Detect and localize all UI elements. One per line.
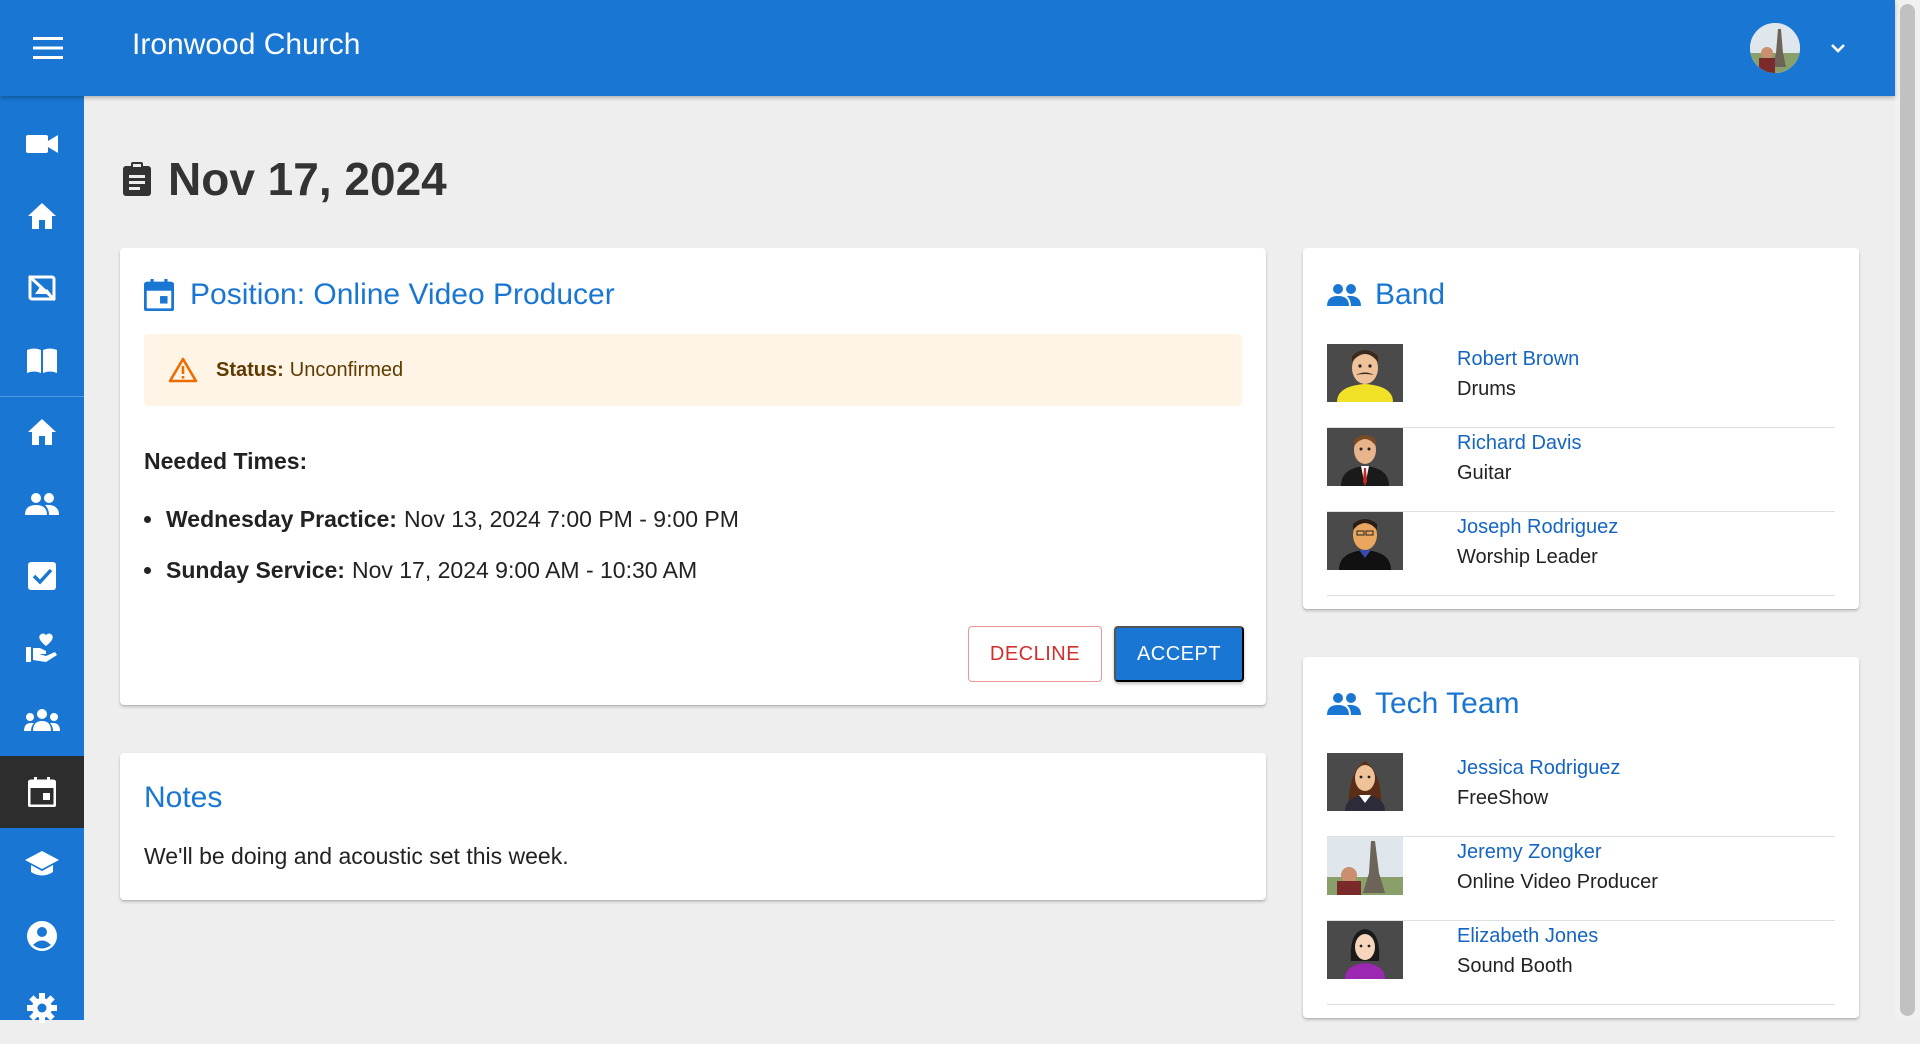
sidebar-item-tasks[interactable]: [0, 540, 84, 612]
book-icon: [27, 348, 57, 373]
team-member-row[interactable]: Jeremy Zongker Online Video Producer: [1327, 837, 1835, 921]
volunteer-icon: [26, 633, 57, 662]
user-avatar[interactable]: [1750, 23, 1800, 73]
needed-time-label: Wednesday Practice:: [166, 506, 397, 532]
scrollbar-thumb[interactable]: [1900, 4, 1915, 1016]
status-value: Unconfirmed: [289, 358, 404, 381]
home-icon: [28, 203, 56, 229]
sidebar: [0, 96, 84, 1023]
member-name[interactable]: Robert Brown: [1457, 348, 1579, 371]
team-card-title: Tech Team: [1327, 687, 1520, 721]
sidebar-item-lessons[interactable]: [0, 828, 84, 900]
position-card: Position: Online Video Producer Status: …: [120, 248, 1266, 705]
calendar-icon: [28, 777, 56, 807]
needed-time-value: Nov 17, 2024 9:00 AM - 10:30 AM: [351, 557, 698, 583]
team-member-row[interactable]: Joseph Rodriguez Worship Leader: [1327, 512, 1835, 596]
groups-icon: [24, 709, 60, 731]
team-member-row[interactable]: Robert Brown Drums: [1327, 344, 1835, 428]
people-icon: [25, 493, 59, 515]
menu-button[interactable]: [26, 30, 70, 66]
decline-button[interactable]: DECLINE: [968, 626, 1102, 682]
notes-title: Notes: [144, 781, 223, 814]
member-role: Online Video Producer: [1457, 871, 1658, 893]
team-card-tech: Tech Team Jessica Rodriguez FreeShow Jer…: [1303, 657, 1859, 1018]
team-card-title: Band: [1327, 278, 1445, 312]
sidebar-item-serving[interactable]: [0, 612, 84, 684]
notes-card: Notes We'll be doing and acoustic set th…: [120, 753, 1266, 900]
position-title-text: Position: Online Video Producer: [190, 278, 615, 311]
list-bullet: [144, 567, 151, 574]
member-role: Worship Leader: [1457, 546, 1598, 568]
member-name[interactable]: Richard Davis: [1457, 432, 1581, 455]
page-date-title: Nov 17, 2024: [168, 153, 447, 205]
position-card-title: Position: Online Video Producer: [144, 278, 615, 312]
member-name[interactable]: Jeremy Zongker: [1457, 841, 1602, 864]
member-name[interactable]: Jessica Rodriguez: [1457, 757, 1620, 780]
team-member-row[interactable]: Elizabeth Jones Sound Booth: [1327, 921, 1835, 1005]
chevron-down-icon: [1831, 44, 1845, 53]
sidebar-item-media[interactable]: [0, 252, 84, 324]
home-icon: [28, 419, 56, 445]
sidebar-item-bible[interactable]: [0, 324, 84, 396]
app-title: Ironwood Church: [132, 28, 361, 61]
no-photography-icon: [27, 274, 57, 302]
status-label: Status:: [216, 358, 284, 381]
member-avatar: [1327, 428, 1403, 486]
member-role: FreeShow: [1457, 787, 1549, 809]
page-scrollbar[interactable]: [1895, 0, 1920, 1020]
member-avatar: [1327, 753, 1403, 811]
team-member-row[interactable]: Richard Davis Guitar: [1327, 428, 1835, 512]
app-bar: Ironwood Church: [0, 0, 1895, 96]
warning-icon: [168, 357, 198, 383]
needed-time-item: Wednesday Practice: Nov 13, 2024 7:00 PM…: [144, 506, 739, 533]
member-avatar: [1327, 837, 1403, 895]
sidebar-item-dashboard[interactable]: [0, 396, 84, 468]
avatar-photo: [1750, 23, 1800, 73]
needed-times-heading: Needed Times:: [144, 448, 308, 474]
sidebar-item-plans[interactable]: [0, 756, 84, 828]
member-role: Guitar: [1457, 462, 1512, 484]
school-icon: [25, 851, 59, 876]
gear-icon: [27, 993, 57, 1023]
member-avatar: [1327, 921, 1403, 979]
sidebar-item-people[interactable]: [0, 468, 84, 540]
needed-time-value: Nov 13, 2024 7:00 PM - 9:00 PM: [403, 506, 739, 532]
member-name[interactable]: Elizabeth Jones: [1457, 925, 1598, 948]
member-name[interactable]: Joseph Rodriguez: [1457, 516, 1618, 539]
clipboard-icon: [123, 162, 151, 196]
status-alert: Status: Unconfirmed: [144, 334, 1242, 406]
member-role: Sound Booth: [1457, 955, 1573, 977]
people-icon: [1327, 284, 1361, 306]
member-role: Drums: [1457, 378, 1516, 400]
people-icon: [1327, 693, 1361, 715]
needed-time-label: Sunday Service:: [166, 557, 345, 583]
accept-button[interactable]: ACCEPT: [1114, 626, 1244, 682]
member-avatar: [1327, 512, 1403, 570]
team-title-text: Tech Team: [1375, 687, 1520, 720]
sidebar-item-settings[interactable]: [0, 972, 84, 1044]
team-member-row[interactable]: Jessica Rodriguez FreeShow: [1327, 753, 1835, 837]
menu-icon: [33, 37, 63, 59]
account-menu-button[interactable]: [1820, 30, 1856, 66]
account-circle-icon: [27, 921, 57, 951]
sidebar-item-profile[interactable]: [0, 900, 84, 972]
video-camera-icon: [26, 135, 58, 153]
checkbox-icon: [28, 562, 56, 590]
list-bullet: [144, 516, 151, 523]
team-title-text: Band: [1375, 278, 1446, 311]
calendar-icon: [144, 279, 174, 311]
member-avatar: [1327, 344, 1403, 402]
sidebar-item-stream[interactable]: [0, 108, 84, 180]
sidebar-item-home[interactable]: [0, 180, 84, 252]
sidebar-item-groups[interactable]: [0, 684, 84, 756]
notes-text: We'll be doing and acoustic set this wee…: [144, 843, 569, 869]
needed-time-item: Sunday Service: Nov 17, 2024 9:00 AM - 1…: [144, 557, 697, 584]
team-card-band: Band Robert Brown Drums Richard Davis Gu…: [1303, 248, 1859, 609]
page-title: Nov 17, 2024: [122, 152, 447, 206]
